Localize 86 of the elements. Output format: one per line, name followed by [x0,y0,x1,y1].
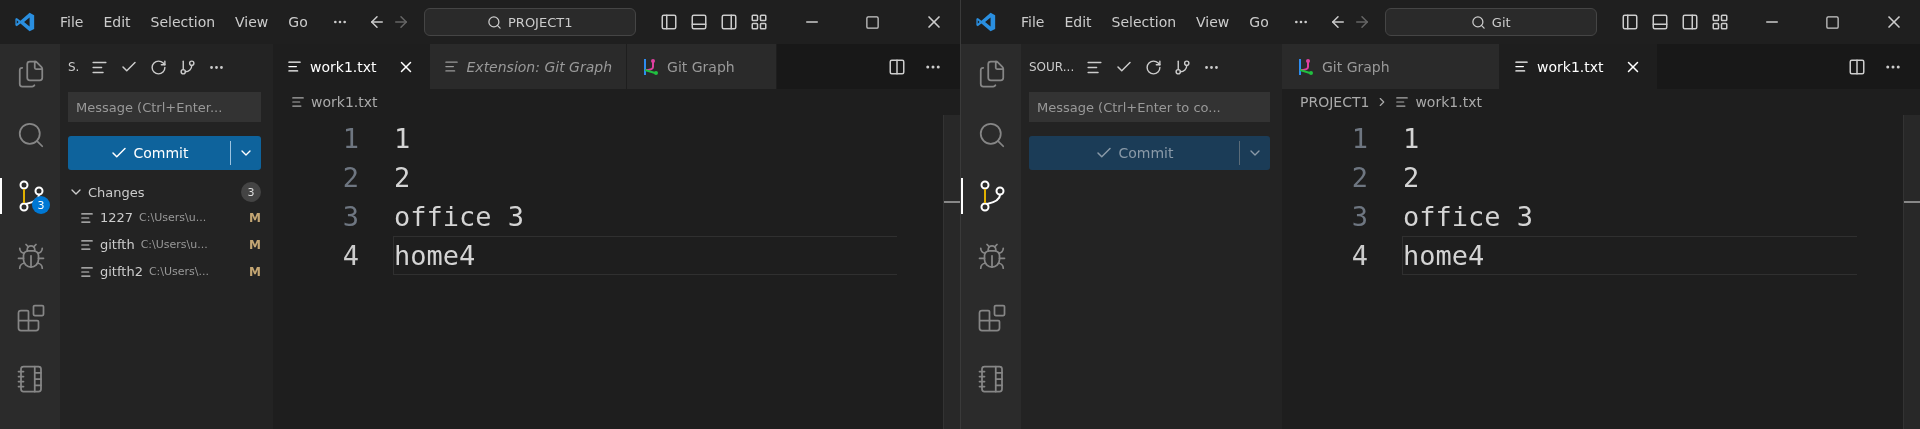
file-lines-icon [80,237,94,252]
panel-title: S. [68,60,80,74]
primary-sidebar-toggle-icon[interactable] [659,13,678,31]
count-badge: 3 [32,196,50,214]
code-line: office 3 [393,200,526,234]
branch-graph-icon[interactable] [179,58,197,76]
git-graph-icon [641,57,660,76]
maximize-icon[interactable] [865,14,880,30]
bug-icon[interactable] [977,242,1007,272]
refresh-icon[interactable] [150,58,168,76]
line-number: 4 [1350,240,1368,271]
line-number: 3 [341,201,359,232]
commit-message-field[interactable]: Message (Ctrl+Enter... [68,92,261,122]
file-lines-icon [287,59,302,74]
source-control-icon[interactable] [17,180,45,212]
menu-item[interactable]: Edit [1054,14,1102,30]
git-graph-icon [1296,57,1314,76]
split-editor-icon[interactable] [888,57,906,76]
menu-item[interactable]: File [1011,14,1055,30]
editor-tab[interactable]: work1.txt [273,44,430,89]
file-lines-icon [443,59,459,74]
search-icon [1470,14,1486,30]
maximize-icon[interactable] [1825,14,1840,30]
breadcrumb-item[interactable]: PROJECT1 [1300,94,1370,110]
command-search-field[interactable]: Git [1384,8,1597,36]
secondary-sidebar-toggle-icon[interactable] [1680,13,1699,31]
changed-file-item[interactable]: gitfth C:\Users\u... M [68,231,261,258]
breadcrumb-item[interactable]: work1.txt [311,94,378,110]
menu-item[interactable]: View [1186,14,1240,30]
menu-item[interactable]: Edit [93,14,141,30]
line-number: 2 [1350,162,1368,193]
menu-item[interactable]: File [50,14,94,30]
bug-icon[interactable] [16,242,46,272]
layout-icon[interactable] [749,13,768,31]
menu-item[interactable]: Go [1239,14,1279,30]
refresh-icon[interactable] [1145,58,1163,76]
line-number: 4 [341,240,359,271]
file-lines-icon [291,95,305,109]
line-number: 2 [341,162,359,193]
line-number: 3 [1350,201,1368,232]
source-control-icon[interactable] [978,180,1006,212]
secondary-sidebar-toggle-icon[interactable] [719,13,738,31]
primary-sidebar-toggle-icon[interactable] [1620,13,1639,31]
panel-toggle-icon[interactable] [1650,13,1669,31]
command-search-field[interactable]: PROJECT1 [423,8,636,36]
code-line: office 3 [1402,200,1535,234]
search-icon[interactable] [977,120,1007,150]
extensions-icon[interactable] [977,303,1007,333]
commit-button[interactable]: Commit [68,136,261,170]
code-line: 2 [393,161,412,195]
file-lines-icon [1395,95,1410,109]
code-line: 1 [393,122,412,156]
vscode-logo-icon [14,11,36,33]
search-icon [487,14,502,30]
code-line: 2 [1402,161,1421,195]
file-lines-icon [1514,59,1529,74]
changed-file-item[interactable]: gitfth2 C:\Users\... M [68,258,261,285]
editor-tab[interactable]: Git Graph [627,44,778,89]
code-line: home4 [393,236,897,275]
commit-message-field[interactable]: Message (Ctrl+Enter to co... [1029,92,1270,122]
menu-item[interactable]: Selection [1101,14,1187,30]
explorer-icon[interactable] [977,59,1007,89]
search-icon[interactable] [16,120,46,150]
panel-toggle-icon[interactable] [689,13,708,31]
editor-tab[interactable]: work1.txt [1500,44,1657,89]
file-lines-icon [80,210,94,225]
line-number: 1 [341,123,359,154]
explorer-icon[interactable] [16,59,46,89]
code-line: 1 [1402,122,1421,156]
menu-item[interactable]: Go [278,14,318,30]
menu-item[interactable]: Selection [140,14,226,30]
breadcrumb-item[interactable]: work1.txt [1415,94,1482,110]
split-editor-icon[interactable] [1848,57,1866,76]
changes-section-header[interactable]: Changes 3 [68,180,261,204]
menu-item[interactable]: View [225,14,279,30]
changed-file-item[interactable]: 1227 C:\Users\u... M [68,204,261,231]
vscode-logo-icon [975,11,997,33]
line-number: 1 [1350,123,1368,154]
code-line: home4 [1402,236,1857,275]
layout-icon[interactable] [1710,13,1729,31]
file-lines-icon [80,264,94,279]
extensions-icon[interactable] [16,303,46,333]
editor-tab[interactable]: Extension: Git Graph [429,44,628,89]
branch-graph-icon[interactable] [1174,58,1192,76]
panel-title: SOUR... [1029,60,1075,74]
editor-tab[interactable]: Git Graph [1282,44,1500,89]
